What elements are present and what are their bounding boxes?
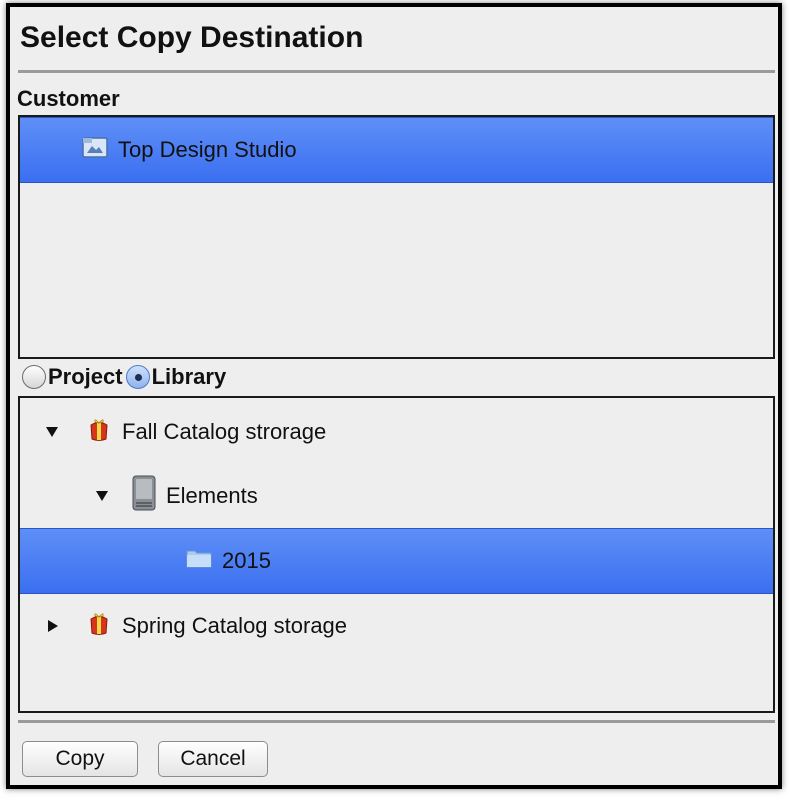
collapsed-disclosure-icon[interactable] (48, 620, 58, 632)
dialog-title: Select Copy Destination (20, 21, 364, 54)
tree-item-label: Fall Catalog strorage (122, 419, 327, 444)
cancel-button[interactable]: Cancel (158, 741, 268, 777)
folder-icon (186, 548, 212, 574)
tree-item-spring-catalog[interactable]: Spring Catalog storage (20, 594, 773, 658)
tree-item-fall-catalog[interactable]: Fall Catalog strorage (20, 400, 773, 464)
tree-item-label: 2015 (222, 548, 271, 573)
gift-icon (86, 610, 112, 642)
copy-destination-dialog: Select Copy Destination Customer Top Des… (6, 3, 782, 789)
gift-icon (86, 416, 112, 448)
dialog-body: Select Copy Destination Customer Top Des… (10, 7, 778, 785)
title-separator (18, 70, 775, 73)
library-tree[interactable]: Fall Catalog strorage Elements 2015 Spri… (18, 396, 775, 713)
customer-list[interactable]: Top Design Studio (18, 115, 775, 359)
storage-device-icon (132, 475, 156, 517)
customer-item-label: Top Design Studio (118, 137, 297, 162)
library-radio-label[interactable]: Library (152, 364, 227, 390)
customer-item[interactable]: Top Design Studio (20, 117, 773, 183)
scope-radio-group: Project Library (22, 364, 226, 390)
tree-item-2015[interactable]: 2015 (20, 528, 773, 594)
tree-item-label: Elements (166, 483, 258, 508)
library-radio[interactable] (125, 365, 150, 389)
copy-button[interactable]: Copy (22, 741, 138, 777)
project-radio-label[interactable]: Project (48, 364, 123, 390)
project-radio[interactable] (22, 365, 46, 389)
footer-separator (18, 720, 775, 723)
expanded-disclosure-icon[interactable] (96, 491, 108, 501)
customer-label: Customer (17, 86, 120, 111)
expanded-disclosure-icon[interactable] (46, 427, 58, 437)
tree-item-elements[interactable]: Elements (20, 464, 773, 528)
tree-item-label: Spring Catalog storage (122, 613, 348, 638)
customer-icon (82, 135, 108, 165)
